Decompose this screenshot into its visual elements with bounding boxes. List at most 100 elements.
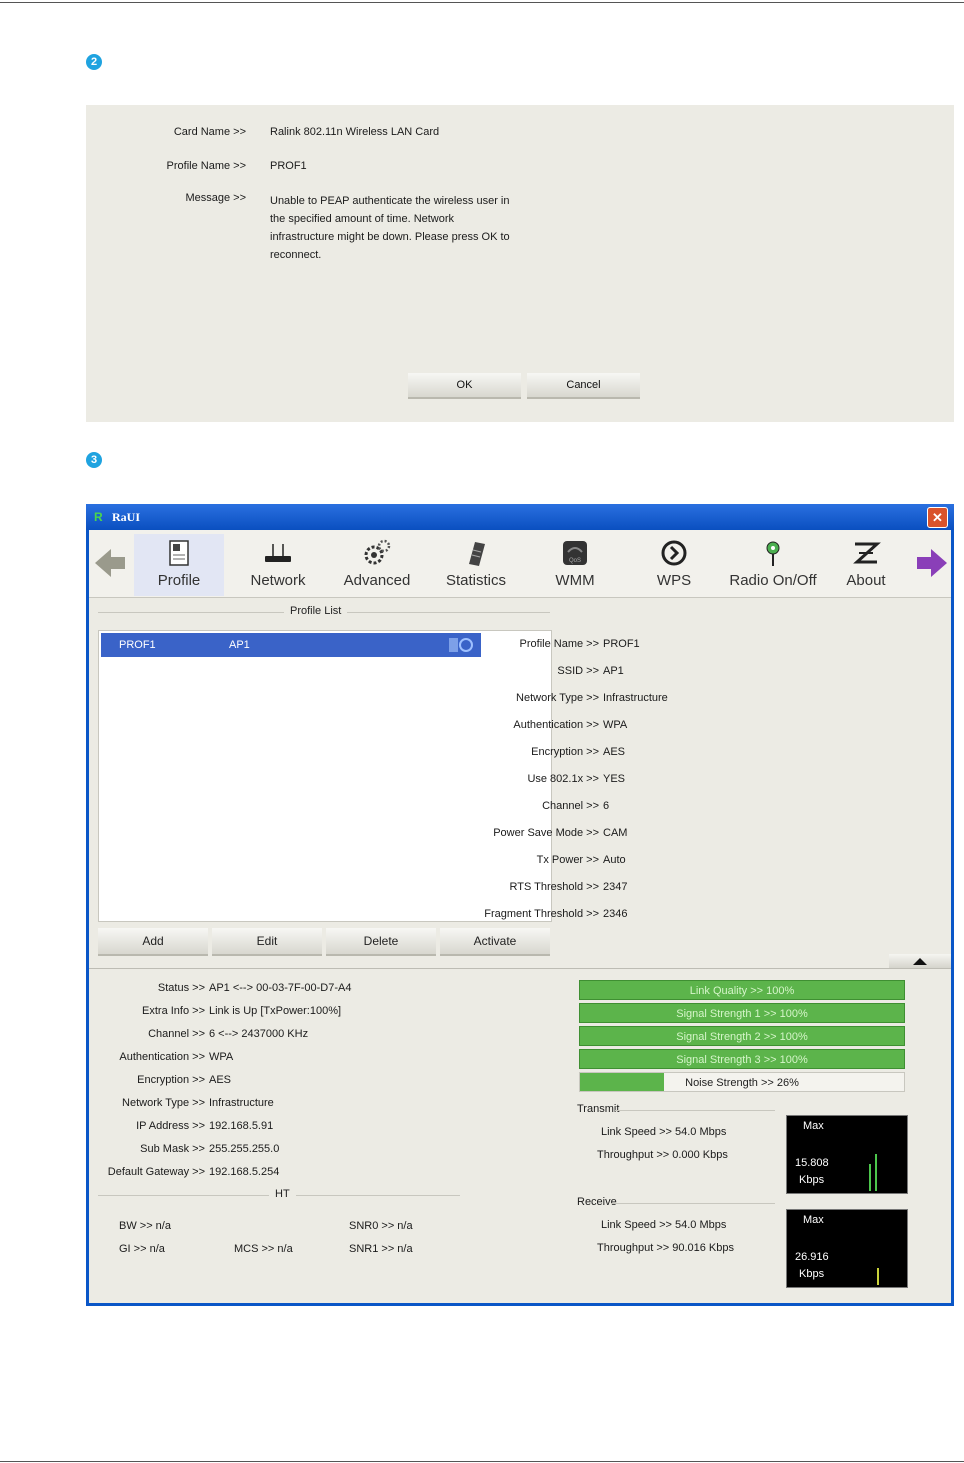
receive-graph-unit: Kbps xyxy=(799,1268,825,1280)
tab-radio[interactable]: Radio On/Off xyxy=(728,534,818,596)
quality-bar: Link Quality >> 100% xyxy=(579,980,905,1000)
activate-button[interactable]: Activate xyxy=(440,928,550,956)
status-row: IP Address >> 192.168.5.91 xyxy=(0,1120,465,1134)
ht-gi: GI >> n/a xyxy=(119,1243,165,1255)
ht-snr0: SNR0 >> n/a xyxy=(349,1220,413,1232)
message-label: Message >> xyxy=(185,192,246,204)
detail-label: Encryption >> xyxy=(531,746,599,758)
tab-statistics[interactable]: Statistics xyxy=(431,534,521,596)
tab-wmm-label: WMM xyxy=(555,572,595,589)
tab-about-label: About xyxy=(846,572,886,589)
profile-panel: Profile List PROF1 AP1 Add Edit Delete A… xyxy=(89,598,951,968)
forward-arrow-icon[interactable] xyxy=(915,546,949,580)
detail-value: Infrastructure xyxy=(603,692,668,704)
status-row: Extra Info >> Link is Up [TxPower:100%] xyxy=(0,1005,465,1019)
svg-text:QoS: QoS xyxy=(569,558,581,564)
bottom-rule xyxy=(0,1461,964,1462)
detail-value: 6 xyxy=(603,800,610,812)
detail-label: Power Save Mode >> xyxy=(493,827,599,839)
title-bar: R RaUI ✕ xyxy=(86,504,954,530)
close-button[interactable]: ✕ xyxy=(927,507,948,528)
status-row: Sub Mask >> 255.255.255.0 xyxy=(0,1143,465,1157)
ok-button[interactable]: OK xyxy=(408,373,521,399)
tab-about[interactable]: About xyxy=(821,534,911,596)
top-rule xyxy=(0,2,964,3)
quality-bar-text: Link Quality >> 100% xyxy=(689,985,795,997)
message-row: Message >> Unable to PEAP authenticate t… xyxy=(86,192,686,272)
detail-row: Tx Power >> Auto xyxy=(299,854,719,868)
quality-bar: Signal Strength 1 >> 100% xyxy=(579,1003,905,1023)
transmit-throughput: Throughput >> 0.000 Kbps xyxy=(597,1149,728,1161)
receive-graph-spike xyxy=(877,1268,879,1285)
profile-name-label: Profile Name >> xyxy=(166,160,246,172)
step-2-badge: 2 xyxy=(86,54,102,70)
transmit-link-speed: Link Speed >> 54.0 Mbps xyxy=(601,1126,727,1138)
status-label: Network Type >> xyxy=(122,1097,205,1109)
profile-row-ssid: AP1 xyxy=(229,639,250,651)
detail-label: Fragment Threshold >> xyxy=(484,908,599,920)
transmit-rule xyxy=(615,1110,775,1111)
ht-mcs: MCS >> n/a xyxy=(234,1243,293,1255)
status-row: Channel >> 6 <--> 2437000 KHz xyxy=(0,1028,465,1042)
tab-network[interactable]: Network xyxy=(233,534,323,596)
detail-label: Channel >> xyxy=(542,800,599,812)
detail-value: 2346 xyxy=(603,908,628,920)
back-arrow-icon[interactable] xyxy=(93,546,127,580)
status-value: AES xyxy=(209,1074,232,1086)
status-label: Default Gateway >> xyxy=(107,1166,205,1178)
tab-profile-label: Profile xyxy=(157,572,201,589)
card-name-value: Ralink 802.11n Wireless LAN Card xyxy=(270,126,440,138)
status-value: WPA xyxy=(209,1051,234,1063)
detail-row: Use 802.1x >> YES xyxy=(299,773,719,787)
radio-icon xyxy=(766,541,780,566)
receive-graph-max: Max xyxy=(803,1214,824,1226)
status-row: Authentication >> WPA xyxy=(0,1051,465,1065)
collapse-up-icon xyxy=(913,958,927,965)
delete-button[interactable]: Delete xyxy=(326,928,436,956)
status-value: 192.168.5.91 xyxy=(209,1120,274,1132)
ht-snr1: SNR1 >> n/a xyxy=(349,1243,413,1255)
collapse-button[interactable] xyxy=(889,954,951,968)
detail-row: Fragment Threshold >> 2346 xyxy=(299,908,719,922)
transmit-graph-spike xyxy=(875,1154,877,1191)
app-logo-icon: R xyxy=(94,510,103,524)
detail-value: 2347 xyxy=(603,881,628,893)
detail-label: Use 802.1x >> xyxy=(527,773,599,785)
tab-advanced[interactable]: Advanced xyxy=(332,534,422,596)
detail-row: Encryption >> AES xyxy=(299,746,719,760)
reconnect-dialog: Card Name >> Ralink 802.11n Wireless LAN… xyxy=(86,105,954,422)
status-label: Sub Mask >> xyxy=(140,1143,205,1155)
tab-network-label: Network xyxy=(250,572,306,589)
detail-row: Power Save Mode >> CAM xyxy=(299,827,719,841)
transmit-graph-spike xyxy=(869,1164,871,1191)
transmit-graph-value: 15.808 xyxy=(795,1157,829,1169)
status-row: Status >> AP1 <--> 00-03-7F-00-D7-A4 xyxy=(0,982,465,996)
tab-wps[interactable]: WPS xyxy=(629,534,719,596)
card-name-label: Card Name >> xyxy=(173,126,246,138)
status-label: IP Address >> xyxy=(136,1120,205,1132)
profile-row-name: PROF1 xyxy=(119,639,156,651)
detail-value: YES xyxy=(603,773,626,785)
quality-bar-text: Signal Strength 2 >> 100% xyxy=(676,1031,808,1043)
edit-button[interactable]: Edit xyxy=(212,928,322,956)
step-3-badge: 3 xyxy=(86,452,102,468)
tab-profile[interactable]: Profile xyxy=(134,534,224,596)
detail-row: Channel >> 6 xyxy=(299,800,719,814)
quality-bar: Signal Strength 2 >> 100% xyxy=(579,1026,905,1046)
status-value: Link is Up [TxPower:100%] xyxy=(209,1005,342,1017)
transmit-graph-max: Max xyxy=(803,1120,824,1132)
detail-label: Profile Name >> xyxy=(519,638,599,650)
status-value: 192.168.5.254 xyxy=(209,1166,280,1178)
detail-row: Network Type >> Infrastructure xyxy=(299,692,719,706)
detail-value: WPA xyxy=(603,719,628,731)
panel-divider xyxy=(89,968,951,969)
detail-value: CAM xyxy=(603,827,628,839)
cancel-button[interactable]: Cancel xyxy=(527,373,640,399)
tab-radio-label: Radio On/Off xyxy=(729,572,817,589)
add-button[interactable]: Add xyxy=(98,928,208,956)
tab-wmm[interactable]: QoS WMM xyxy=(530,534,620,596)
status-label: Authentication >> xyxy=(119,1051,205,1063)
detail-value: AP1 xyxy=(603,665,624,677)
receive-graph: Max 26.916 Kbps xyxy=(786,1209,908,1288)
profile-icon xyxy=(169,540,189,566)
